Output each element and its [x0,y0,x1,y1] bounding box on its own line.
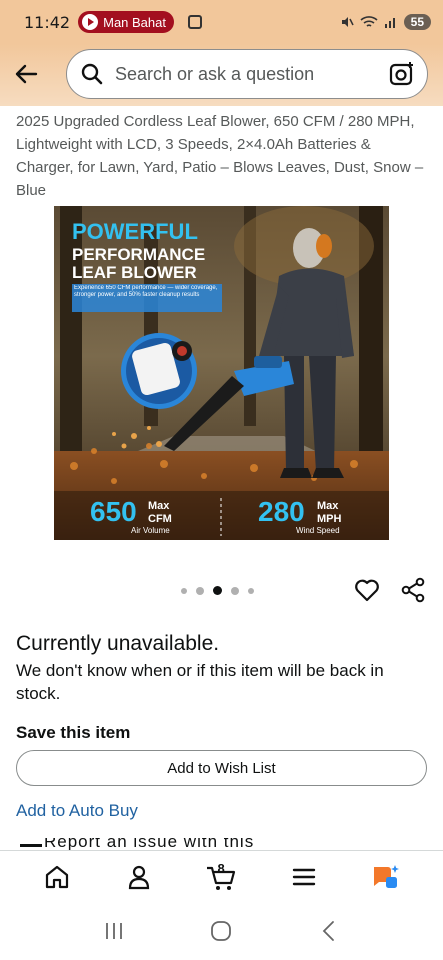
recent-apps-icon[interactable] [103,921,125,941]
app-header: Search or ask a question [0,44,443,106]
report-icon [20,844,42,847]
report-issue-label: Report an issue with this product [44,838,255,850]
carousel-dot-active[interactable] [213,586,222,595]
share-icon[interactable] [400,577,426,603]
stat-cfm-unit-top: Max [148,500,170,512]
home-icon [45,865,69,888]
mute-icon [341,17,354,27]
headline-3: LEAF BLOWER [72,263,197,282]
home-button-icon[interactable] [210,920,232,942]
headline-1: POWERFUL [72,219,198,244]
product-image-art: POWERFUL PERFORMANCE LEAF BLOWER Experie… [54,206,389,540]
stat-mph-value: 280 [258,496,305,527]
stat-cfm-caption: Air Volume [131,526,170,535]
availability-heading: Currently unavailable. [16,632,220,655]
heart-icon[interactable] [354,577,380,603]
product-image[interactable]: POWERFUL PERFORMANCE LEAF BLOWER Experie… [54,206,389,540]
signal-icon [384,18,395,28]
stat-cfm-unit: CFM [148,513,172,525]
nav-rufus[interactable] [366,857,406,897]
back-arrow-icon[interactable] [12,60,40,88]
record-icon [82,14,99,30]
image-blurb: Experience 650 CFM performance — wider c… [74,285,218,298]
stat-cfm-value: 650 [90,496,137,527]
account-icon [129,865,150,889]
add-to-auto-buy-link[interactable]: Add to Auto Buy [16,801,138,821]
search-icon [81,63,103,85]
nav-account[interactable] [119,857,159,897]
camera-search-icon[interactable] [389,61,415,87]
carousel-dot[interactable] [181,587,187,594]
screenshot-icon [187,15,202,29]
clock: 11:42 [24,12,71,32]
rufus-icon [373,864,399,888]
back-icon[interactable] [318,920,340,942]
stat-mph-unit: MPH [317,513,342,525]
battery-indicator: 55 [403,14,431,30]
status-bar: 11:42 Man Bahat 55 [0,0,443,44]
nav-cart[interactable]: 8 [201,857,241,897]
carousel-dot[interactable] [196,586,204,595]
add-to-wish-list-button[interactable]: Add to Wish List [16,750,427,786]
search-input[interactable]: Search or ask a question [66,49,428,99]
nav-menu[interactable] [284,857,324,897]
carousel-dot[interactable] [248,587,254,594]
availability-description: We don't know when or if this item will … [16,661,384,703]
wifi-icon [360,16,378,27]
menu-icon [292,868,315,885]
search-placeholder: Search or ask a question [115,63,315,84]
headline-2: PERFORMANCE [72,245,205,264]
product-title[interactable]: 2025 Upgraded Cordless Leaf Blower, 650 … [16,110,426,202]
save-item-heading: Save this item [16,723,131,742]
carousel-indicator[interactable] [181,586,254,595]
stat-mph-caption: Wind Speed [296,526,340,535]
recording-label: Man Bahat [103,14,166,30]
status-icons: 55 [340,14,431,30]
cart-count-badge: 8 [217,860,225,876]
bottom-nav: 8 [0,850,443,902]
nav-home[interactable] [37,857,77,897]
report-issue-row[interactable]: Report an issue with this product [16,838,316,850]
carousel-dot[interactable] [231,586,239,595]
system-nav-bar [0,902,443,960]
stat-mph-unit-top: Max [317,500,339,512]
screen-recording-pill[interactable]: Man Bahat [78,11,174,33]
